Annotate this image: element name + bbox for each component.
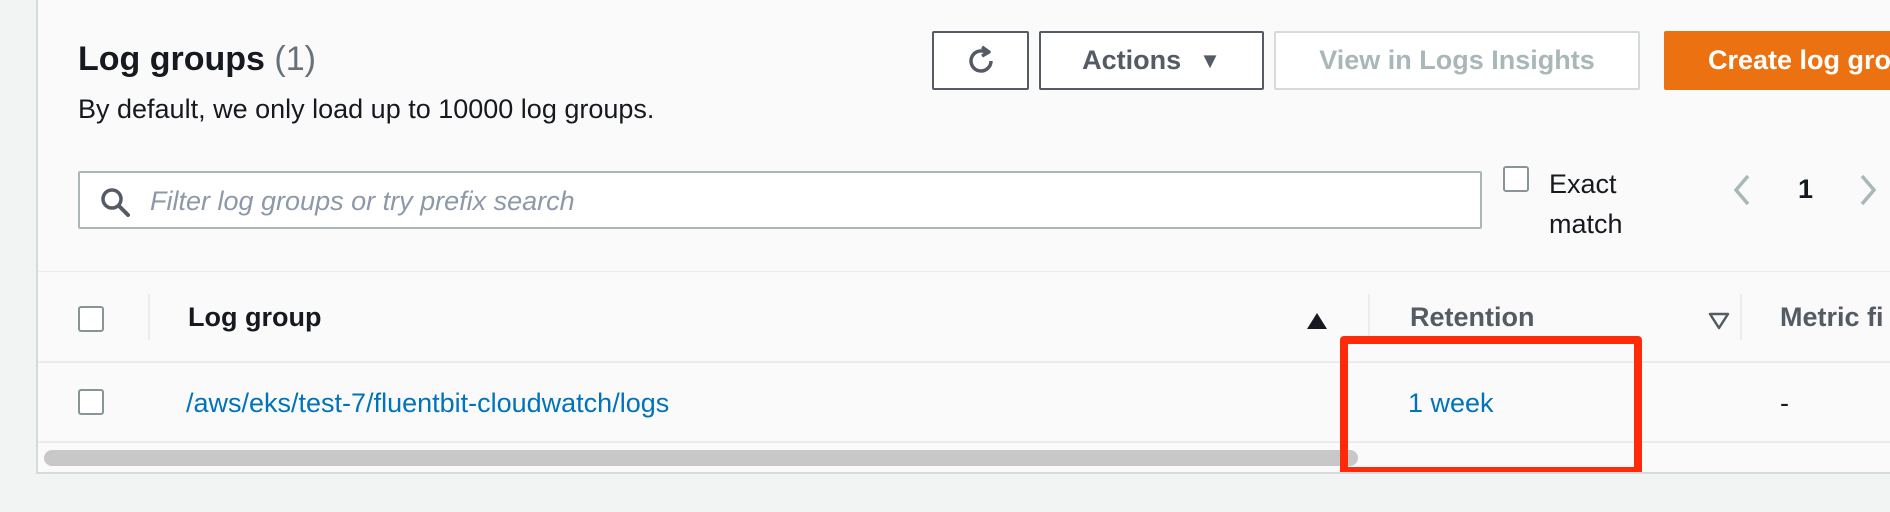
refresh-button[interactable] <box>932 31 1029 90</box>
column-separator <box>1740 294 1742 340</box>
column-header-retention[interactable]: Retention <box>1410 302 1535 333</box>
column-separator <box>148 294 150 340</box>
log-group-count: (1) <box>274 40 316 78</box>
caret-down-icon: ▼ <box>1199 47 1221 73</box>
chevron-right-icon[interactable] <box>1854 170 1882 210</box>
retention-highlight-box <box>1340 336 1642 472</box>
actions-dropdown-button[interactable]: Actions ▼ <box>1039 31 1264 90</box>
select-all-checkbox[interactable] <box>78 306 104 332</box>
column-separator <box>1368 294 1370 340</box>
view-in-logs-insights-button[interactable]: View in Logs Insights <box>1274 31 1640 90</box>
horizontal-scrollbar-thumb[interactable] <box>44 450 1358 466</box>
exact-match-label: Exact match <box>1549 164 1623 244</box>
page-title: Log groups (1) <box>78 40 316 79</box>
current-page-number[interactable]: 1 <box>1798 174 1813 205</box>
sort-descending-icon[interactable] <box>1708 312 1730 330</box>
metric-filters-value: - <box>1780 388 1789 418</box>
exact-match-line1: Exact <box>1549 169 1617 199</box>
search-icon <box>101 188 130 217</box>
log-group-link[interactable]: /aws/eks/test-7/fluentbit-cloudwatch/log… <box>186 388 669 419</box>
table-divider <box>38 271 1890 272</box>
refresh-icon <box>968 45 993 73</box>
search-field[interactable] <box>78 171 1482 229</box>
exact-match-checkbox[interactable] <box>1503 166 1529 192</box>
page-description: By default, we only load up to 10000 log… <box>78 94 655 124</box>
column-header-metric-filters[interactable]: Metric fi <box>1780 302 1884 333</box>
column-header-log-group[interactable]: Log group <box>188 302 321 333</box>
chevron-left-icon[interactable] <box>1728 170 1756 210</box>
title-text: Log groups <box>78 40 265 78</box>
log-groups-panel: Log groups (1) By default, we only load … <box>36 0 1890 474</box>
exact-match-line2: match <box>1549 209 1623 239</box>
actions-label: Actions <box>1082 45 1182 75</box>
create-log-group-button[interactable]: Create log group <box>1664 31 1890 90</box>
search-input[interactable] <box>148 179 1452 223</box>
row-select-checkbox[interactable] <box>78 389 104 415</box>
sort-ascending-icon[interactable] <box>1306 312 1328 330</box>
